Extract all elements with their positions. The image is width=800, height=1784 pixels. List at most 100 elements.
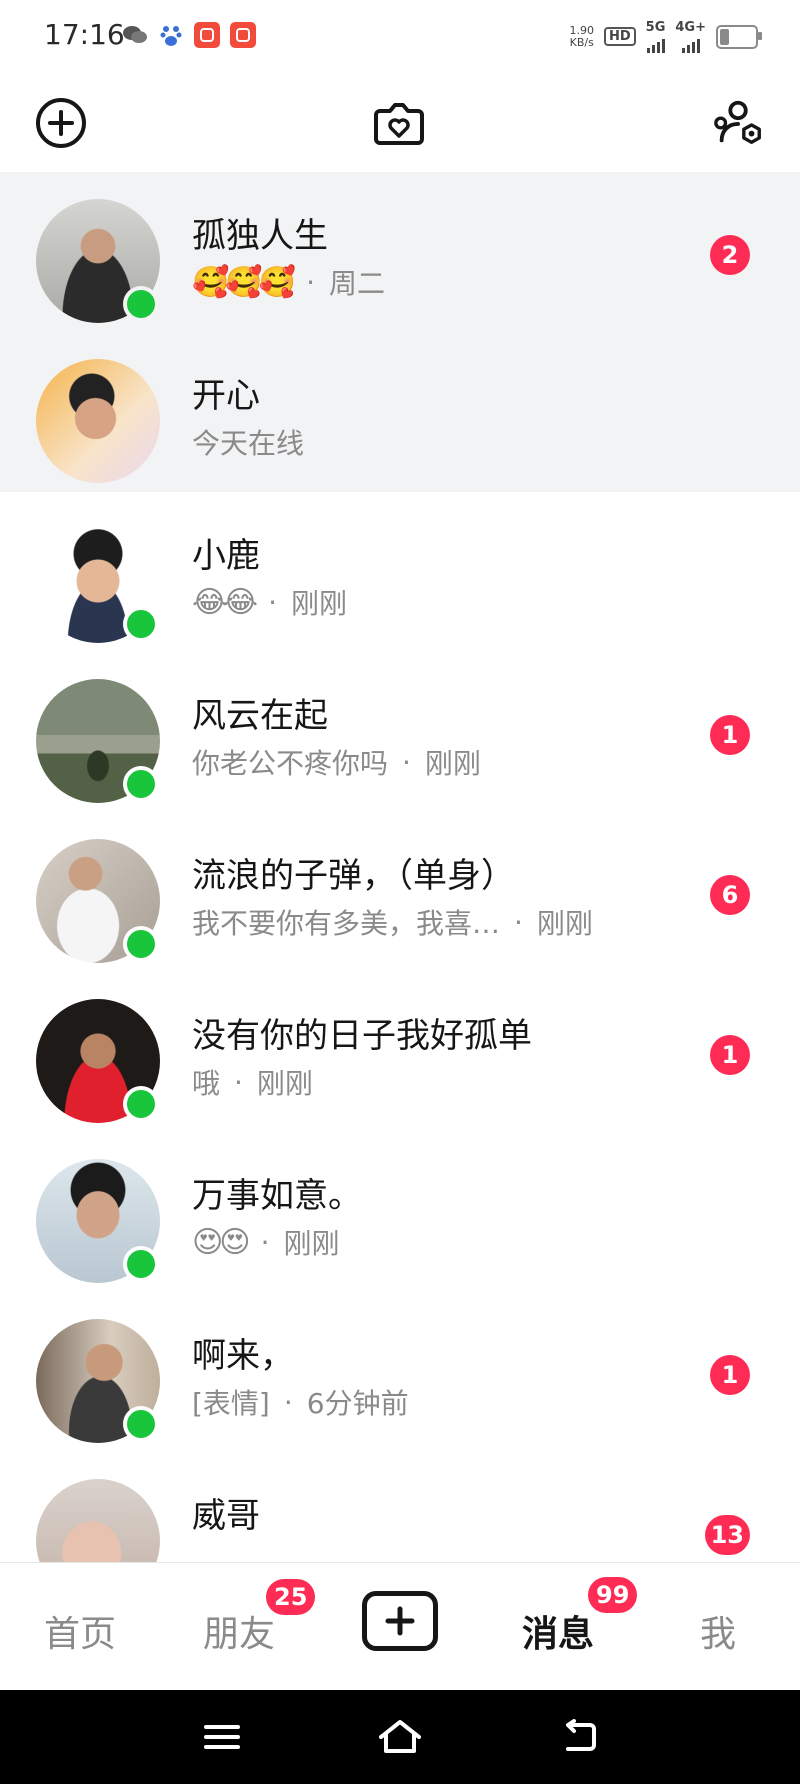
online-status-dot: [123, 286, 159, 322]
system-indicators: 1.90 KB/s HD 5G 4G+: [569, 20, 762, 53]
message-time: 刚刚: [283, 1227, 340, 1260]
avatar[interactable]: [36, 199, 160, 323]
message-preview: 我不要你有多美，我喜… · 刚刚: [192, 902, 593, 942]
avatar[interactable]: [36, 1159, 160, 1283]
message-text: 今天在线: [192, 427, 305, 460]
contact-name: 孤独人生: [192, 216, 328, 256]
avatar[interactable]: [36, 359, 160, 483]
message-preview: 你老公不疼你吗 · 刚刚: [192, 742, 481, 782]
plus-icon: [385, 1606, 415, 1636]
signal-bars-icon: [646, 35, 665, 53]
camera-heart-icon: [374, 103, 424, 145]
home-icon: [379, 1720, 421, 1753]
friend-settings-button[interactable]: [712, 96, 766, 150]
contact-name: 威哥: [192, 1496, 260, 1536]
message-text: 哦: [192, 1067, 221, 1100]
avatar[interactable]: [36, 519, 160, 643]
hd-indicator: HD: [604, 27, 636, 46]
avatar[interactable]: [36, 1479, 160, 1562]
signal-5g: 5G: [645, 20, 666, 53]
contact-name: 没有你的日子我好孤单: [192, 1016, 532, 1056]
tab-messages[interactable]: 消息: [522, 1605, 594, 1657]
separator-dot: ·: [306, 265, 315, 299]
contact-name: 风云在起: [192, 696, 328, 736]
message-preview: 今天在线: [192, 422, 304, 462]
signal-bars-icon: [681, 35, 700, 53]
message-preview: 😍😍 · 刚刚: [192, 1222, 339, 1262]
battery-icon: [716, 24, 762, 49]
message-emoji: 🥰🥰🥰: [192, 264, 296, 300]
message-emoji: 😍😍: [192, 1224, 251, 1260]
separator-dot: ·: [514, 905, 523, 939]
friend-settings-icon: [714, 100, 761, 144]
camera-button[interactable]: [372, 96, 426, 150]
wechat-icon: [122, 22, 148, 48]
status-bar: 17:16 1.90 KB/s HD 5G 4G+: [0, 0, 800, 72]
online-status-dot: [123, 766, 159, 802]
net-speed-unit: KB/s: [569, 35, 594, 49]
avatar[interactable]: [36, 999, 160, 1123]
conversation-row[interactable]: 万事如意。 😍😍 · 刚刚: [0, 1132, 800, 1292]
message-text: [表情]: [192, 1387, 270, 1420]
unread-badge: 1: [710, 1355, 750, 1395]
message-time: 刚刚: [424, 747, 481, 780]
online-status-dot: [123, 926, 159, 962]
home-button[interactable]: [375, 1712, 425, 1762]
net-5g-label: 5G: [645, 20, 666, 35]
back-button[interactable]: [555, 1712, 605, 1762]
separator-dot: ·: [260, 1225, 270, 1259]
menu-button[interactable]: [197, 1712, 247, 1762]
messages-badge: 99: [588, 1577, 638, 1613]
conversation-row[interactable]: 威哥 13: [0, 1452, 800, 1562]
tab-friends[interactable]: 朋友: [203, 1605, 275, 1657]
status-time: 17:16: [44, 18, 125, 51]
conversation-row[interactable]: 流浪的子弹，（单身） 我不要你有多美，我喜… · 刚刚 6: [0, 812, 800, 972]
unread-badge: 6: [710, 875, 750, 915]
tab-me[interactable]: 我: [700, 1605, 736, 1657]
avatar[interactable]: [36, 679, 160, 803]
message-text: 你老公不疼你吗: [192, 747, 389, 780]
net-4g-label: 4G+: [675, 20, 706, 35]
message-preview: 哦 · 刚刚: [192, 1062, 313, 1102]
message-time: 6分钟前: [306, 1387, 409, 1420]
unread-badge: 2: [710, 235, 750, 275]
app-icon-red-2: [230, 22, 256, 48]
online-status-dot: [123, 1246, 159, 1282]
message-time: 刚刚: [536, 907, 593, 940]
message-time: 刚刚: [291, 587, 348, 620]
conversation-list[interactable]: 孤独人生 🥰🥰🥰 · 周二 2 开心 今天在线 小鹿 😂😂 · 刚刚 风云在起 …: [0, 172, 800, 1562]
conversation-row[interactable]: 开心 今天在线: [0, 332, 800, 492]
conversation-row[interactable]: 孤独人生 🥰🥰🥰 · 周二 2: [0, 172, 800, 332]
conversation-row[interactable]: 没有你的日子我好孤单 哦 · 刚刚 1: [0, 972, 800, 1132]
unread-badge: 13: [704, 1515, 750, 1555]
baidu-icon: [158, 22, 184, 48]
create-post-button[interactable]: [362, 1591, 438, 1651]
signal-4g: 4G+: [675, 20, 706, 53]
conversation-row[interactable]: 小鹿 😂😂 · 刚刚: [0, 492, 800, 652]
back-icon: [566, 1719, 596, 1751]
online-status-dot: [123, 606, 159, 642]
message-preview: 🥰🥰🥰 · 周二: [192, 262, 385, 302]
online-status-dot: [123, 1406, 159, 1442]
conversation-row[interactable]: 风云在起 你老公不疼你吗 · 刚刚 1: [0, 652, 800, 812]
contact-name: 开心: [192, 376, 260, 416]
message-emoji: 😂😂: [192, 584, 258, 620]
message-text: 我不要你有多美，我喜…: [192, 907, 501, 940]
new-chat-button[interactable]: [34, 96, 88, 150]
message-time: 刚刚: [256, 1067, 313, 1100]
net-speed-value: 1.90: [569, 23, 595, 37]
conversation-row[interactable]: 啊来， [表情] · 6分钟前 1: [0, 1292, 800, 1452]
bottom-tab-bar: 首页 朋友 25 消息 99 我: [0, 1562, 800, 1691]
separator-dot: ·: [268, 585, 278, 619]
messages-header: [0, 72, 800, 172]
friends-badge: 25: [266, 1579, 316, 1615]
avatar[interactable]: [36, 839, 160, 963]
separator-dot: ·: [402, 745, 411, 779]
unread-badge: 1: [710, 715, 750, 755]
unread-badge: 1: [710, 1035, 750, 1075]
tab-home[interactable]: 首页: [44, 1605, 116, 1657]
message-preview: 😂😂 · 刚刚: [192, 582, 347, 622]
online-status-dot: [123, 1086, 159, 1122]
contact-name: 流浪的子弹，（单身）: [192, 856, 515, 896]
avatar[interactable]: [36, 1319, 160, 1443]
